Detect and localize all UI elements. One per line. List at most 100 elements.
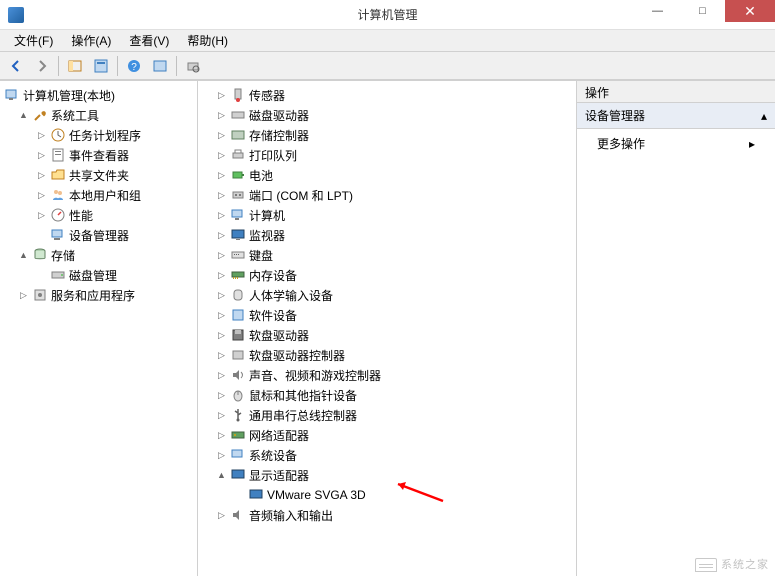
device-audio[interactable]: ▷ 音频输入和输出 [200,505,574,525]
expander-icon[interactable]: ▷ [216,250,227,261]
tree-root[interactable]: 计算机管理(本地) [2,85,195,105]
device-label: VMware SVGA 3D [267,488,366,502]
toolbar-separator [176,56,177,76]
expander-icon[interactable]: ▷ [216,290,227,301]
expander-icon[interactable]: ▷ [36,170,47,181]
software-icon [230,307,246,323]
device-label: 系统设备 [249,447,297,464]
expander-icon[interactable]: ▷ [216,90,227,101]
disk-icon [50,267,66,283]
device-monitors[interactable]: ▷监视器 [200,225,574,245]
device-ports[interactable]: ▷ 端口 (COM 和 LPT) [200,185,574,205]
device-label: 声音、视频和游戏控制器 [249,367,381,384]
expander-icon[interactable]: ▲ [216,470,227,481]
tree-services-apps[interactable]: ▷ 服务和应用程序 [2,285,195,305]
menu-help[interactable]: 帮助(H) [179,30,236,51]
device-keyboards[interactable]: ▷键盘 [200,245,574,265]
expander-icon[interactable]: ▷ [36,150,47,161]
expander-icon[interactable]: ▷ [216,270,227,281]
device-print-queues[interactable]: ▷打印队列 [200,145,574,165]
network-icon [230,427,246,443]
back-button[interactable] [4,54,28,78]
storage-ctrl-icon [230,127,246,143]
expander-icon[interactable]: ▷ [36,190,47,201]
tree-device-manager[interactable]: 设备管理器 [2,225,195,245]
tools-icon [32,107,48,123]
collapse-icon[interactable]: ▴ [761,109,767,123]
device-system[interactable]: ▷ 系统设备 [200,445,574,465]
memory-icon [230,267,246,283]
device-network[interactable]: ▷ 网络适配器 [200,425,574,445]
expander-icon[interactable]: ▷ [216,410,227,421]
help-button[interactable]: ? [122,54,146,78]
tree-label: 共享文件夹 [69,167,129,184]
device-hid[interactable]: ▷人体学输入设备 [200,285,574,305]
device-sound[interactable]: ▷ 声音、视频和游戏控制器 [200,365,574,385]
device-usb[interactable]: ▷通用串行总线控制器 [200,405,574,425]
device-memory[interactable]: ▷内存设备 [200,265,574,285]
tree-shared-folders[interactable]: ▷ 共享文件夹 [2,165,195,185]
expander-icon[interactable]: ▷ [216,190,227,201]
expander-icon[interactable]: ▷ [216,390,227,401]
device-display-adapters[interactable]: ▲显示适配器 [200,465,574,485]
device-storage-ctrl[interactable]: ▷存储控制器 [200,125,574,145]
mouse-icon [230,387,246,403]
scan-button[interactable] [181,54,205,78]
expander-icon[interactable]: ▷ [216,310,227,321]
device-disk-drives[interactable]: ▷磁盘驱动器 [200,105,574,125]
expander-icon[interactable]: ▷ [216,330,227,341]
tree-task-scheduler[interactable]: ▷ 任务计划程序 [2,125,195,145]
expander-icon[interactable]: ▷ [216,350,227,361]
expander-icon[interactable]: ▷ [216,170,227,181]
device-label: 端口 (COM 和 LPT) [249,187,353,204]
device-floppy-ctrl[interactable]: ▷软盘驱动器控制器 [200,345,574,365]
menu-action[interactable]: 操作(A) [63,30,119,51]
tree-disk-mgmt[interactable]: 磁盘管理 [2,265,195,285]
expander-icon[interactable]: ▷ [18,290,29,301]
content-area: 计算机管理(本地) ▲ 系统工具 ▷ 任务计划程序 ▷ 事件查看器 ▷ 共享文件… [0,80,775,576]
expander-icon[interactable]: ▲ [18,110,29,121]
device-mice[interactable]: ▷鼠标和其他指针设备 [200,385,574,405]
minimize-button[interactable]: — [635,0,680,22]
expander-icon[interactable]: ▷ [216,370,227,381]
expander-icon[interactable]: ▷ [216,510,227,521]
expander-icon[interactable]: ▲ [18,250,29,261]
actions-section[interactable]: 设备管理器 ▴ [577,103,775,129]
menu-view[interactable]: 查看(V) [121,30,177,51]
tree-local-users[interactable]: ▷ 本地用户和组 [2,185,195,205]
expander-icon[interactable]: ▷ [216,150,227,161]
show-hide-tree-button[interactable] [63,54,87,78]
left-tree-pane[interactable]: 计算机管理(本地) ▲ 系统工具 ▷ 任务计划程序 ▷ 事件查看器 ▷ 共享文件… [0,81,198,576]
device-computer[interactable]: ▷计算机 [200,205,574,225]
device-label: 软盘驱动器 [249,327,309,344]
maximize-button[interactable]: □ [680,0,725,22]
expander-icon[interactable]: ▷ [216,230,227,241]
tree-performance[interactable]: ▷ 性能 [2,205,195,225]
device-label: 音频输入和输出 [249,507,333,524]
menu-file[interactable]: 文件(F) [6,30,61,51]
tree-label: 任务计划程序 [69,127,141,144]
device-label: 网络适配器 [249,427,309,444]
forward-button[interactable] [30,54,54,78]
device-tree-pane[interactable]: ▷传感器 ▷磁盘驱动器 ▷存储控制器 ▷打印队列 ▷电池 ▷ 端口 (COM 和 … [198,81,577,576]
expander-icon[interactable]: ▷ [216,430,227,441]
expander-icon[interactable]: ▷ [216,450,227,461]
expander-icon[interactable]: ▷ [216,210,227,221]
tree-storage[interactable]: ▲ 存储 [2,245,195,265]
device-floppy-drives[interactable]: ▷ 软盘驱动器 [200,325,574,345]
expander-icon[interactable]: ▷ [36,130,47,141]
toolbar-button[interactable] [148,54,172,78]
device-software[interactable]: ▷软件设备 [200,305,574,325]
tree-system-tools[interactable]: ▲ 系统工具 [2,105,195,125]
device-vmware-svga[interactable]: VMware SVGA 3D [200,485,574,505]
expander-icon[interactable]: ▷ [216,110,227,121]
device-sensors[interactable]: ▷传感器 [200,85,574,105]
tree-label: 事件查看器 [69,147,129,164]
close-button[interactable]: ✕ [725,0,775,22]
tree-event-viewer[interactable]: ▷ 事件查看器 [2,145,195,165]
expander-icon[interactable]: ▷ [216,130,227,141]
properties-button[interactable] [89,54,113,78]
device-batteries[interactable]: ▷电池 [200,165,574,185]
more-actions[interactable]: 更多操作 ▸ [577,129,775,158]
expander-icon[interactable]: ▷ [36,210,47,221]
